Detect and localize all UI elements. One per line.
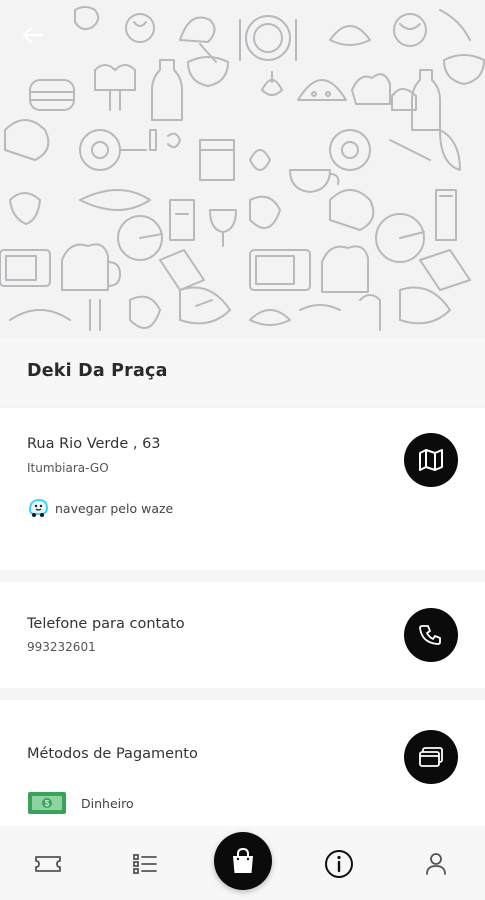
waze-icon bbox=[29, 499, 48, 517]
payment-methods-button[interactable] bbox=[404, 730, 458, 784]
address-city: Itumbiara-GO bbox=[27, 461, 109, 475]
user-icon bbox=[426, 853, 446, 875]
payment-method-item: $ Dinheiro bbox=[27, 789, 134, 817]
payment-title: Métodos de Pagamento bbox=[27, 746, 198, 762]
ticket-icon bbox=[35, 856, 61, 872]
food-doodle-pattern bbox=[0, 6, 485, 331]
waze-navigation-link[interactable]: navegar pelo waze bbox=[27, 498, 173, 518]
cash-icon: $ bbox=[28, 792, 66, 814]
map-icon bbox=[419, 449, 443, 471]
payment-method-label: Dinheiro bbox=[81, 795, 134, 811]
contact-card: Telefone para contato 993232601 bbox=[0, 582, 485, 688]
back-arrow-icon bbox=[22, 26, 44, 44]
store-header: Deki Da Praça bbox=[0, 338, 485, 406]
nav-tickets[interactable] bbox=[31, 847, 65, 881]
back-button[interactable] bbox=[22, 26, 58, 54]
payment-card: Métodos de Pagamento $ Dinheiro bbox=[0, 700, 485, 830]
contact-label: Telefone para contato bbox=[27, 616, 185, 632]
menu-list-icon bbox=[133, 854, 157, 874]
phone-icon bbox=[419, 625, 441, 645]
waze-label: navegar pelo waze bbox=[55, 500, 174, 516]
address-card: Rua Rio Verde , 63 Itumbiara-GO navegar … bbox=[0, 408, 485, 570]
svg-text:$: $ bbox=[45, 799, 50, 808]
address-street: Rua Rio Verde , 63 bbox=[27, 436, 161, 452]
nav-profile[interactable] bbox=[419, 847, 453, 881]
nav-menu[interactable] bbox=[128, 847, 162, 881]
call-button[interactable] bbox=[404, 608, 458, 662]
store-cover-image bbox=[0, 0, 485, 338]
store-name: Deki Da Praça bbox=[27, 361, 168, 381]
nav-info[interactable] bbox=[322, 847, 356, 881]
credit-card-icon bbox=[419, 747, 443, 767]
map-button[interactable] bbox=[404, 433, 458, 487]
info-icon bbox=[325, 850, 353, 878]
contact-phone: 993232601 bbox=[27, 640, 96, 654]
cart-button[interactable] bbox=[214, 832, 272, 890]
shopping-bag-icon bbox=[233, 847, 253, 873]
